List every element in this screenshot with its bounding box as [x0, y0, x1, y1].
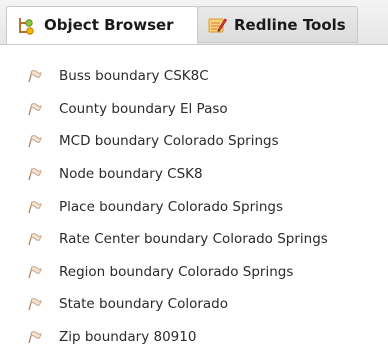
flag-pin-icon — [28, 103, 42, 116]
tab-object-browser[interactable]: Object Browser — [6, 6, 198, 44]
tab-object-browser-label: Object Browser — [44, 16, 174, 34]
redline-tools-icon — [208, 17, 227, 32]
object-browser-icon — [19, 18, 34, 35]
flag-pin-icon — [28, 266, 42, 279]
list-item-label: County boundary El Paso — [59, 100, 228, 117]
list-item-label: Buss boundary CSK8C — [59, 68, 209, 85]
list-item[interactable]: State boundary Colorado — [0, 288, 388, 321]
flag-pin-icon — [28, 168, 42, 181]
list-item[interactable]: County boundary El Paso — [0, 93, 388, 126]
list-item-label: MCD boundary Colorado Springs — [59, 133, 279, 150]
flag-pin-icon — [28, 200, 42, 213]
tab-redline-tools-label: Redline Tools — [234, 15, 346, 34]
flag-pin-icon — [28, 331, 42, 344]
tab-redline-tools[interactable]: Redline Tools — [196, 6, 358, 43]
tab-bar: Object Browser Redline Tools — [0, 0, 388, 45]
list-item-label: State boundary Colorado — [59, 296, 228, 313]
flag-pin-icon — [28, 70, 42, 83]
list-item-label: Rate Center boundary Colorado Springs — [59, 231, 328, 248]
flag-pin-icon — [28, 135, 42, 148]
list-item-label: Place boundary Colorado Springs — [59, 198, 284, 215]
list-item[interactable]: Buss boundary CSK8C — [0, 60, 388, 93]
list-item-label: Node boundary CSK8 — [59, 166, 203, 183]
list-item[interactable]: Zip boundary 80910 — [0, 321, 388, 354]
list-item[interactable]: Node boundary CSK8 — [0, 158, 388, 191]
object-browser-panel: Object Browser Redline Tools Buss bounda… — [0, 0, 388, 356]
list-item[interactable]: Rate Center boundary Colorado Springs — [0, 223, 388, 256]
list-item[interactable]: Place boundary Colorado Springs — [0, 190, 388, 223]
flag-pin-icon — [28, 233, 42, 246]
flag-pin-icon — [28, 298, 42, 311]
list-item-label: Region boundary Colorado Springs — [59, 263, 294, 280]
list-item-label: Zip boundary 80910 — [59, 329, 197, 346]
list-item[interactable]: Region boundary Colorado Springs — [0, 256, 388, 289]
list-item[interactable]: MCD boundary Colorado Springs — [0, 125, 388, 158]
boundary-list: Buss boundary CSK8C County boundary El P… — [0, 60, 388, 353]
